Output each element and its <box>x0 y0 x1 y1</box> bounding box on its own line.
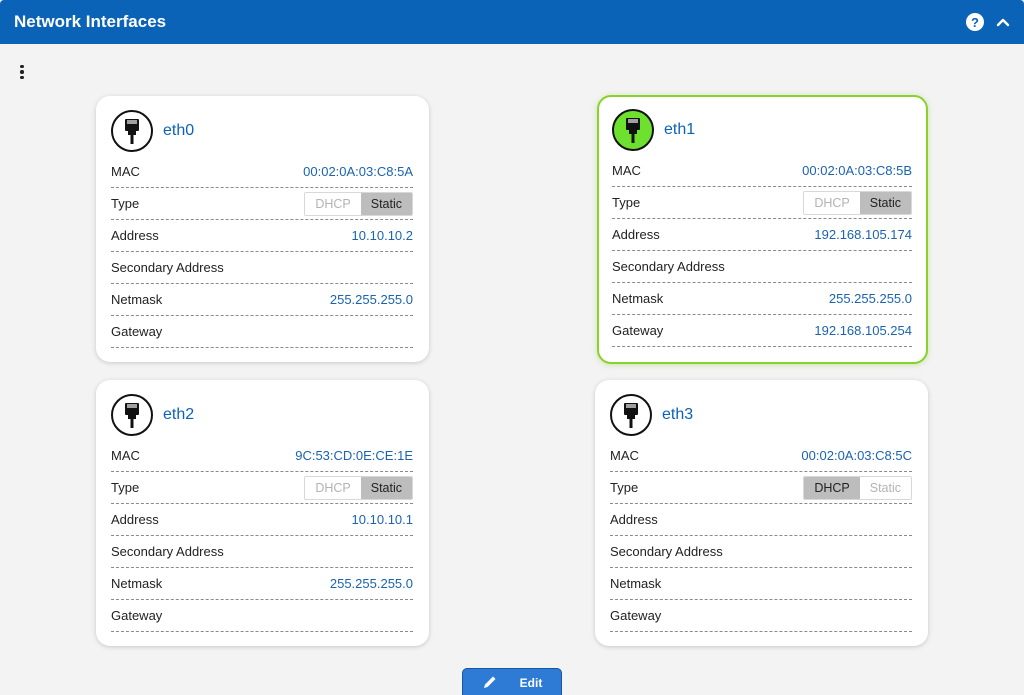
address-label: Address <box>610 512 658 527</box>
netmask-label: Netmask <box>111 576 163 591</box>
mac-row: MAC 00:02:0A:03:C8:5A <box>111 156 413 188</box>
mac-row: MAC 00:02:0A:03:C8:5C <box>610 440 912 472</box>
type-label: Type <box>111 196 140 211</box>
dhcp-option[interactable]: DHCP <box>305 192 361 215</box>
type-row: Type DHCP Static <box>610 472 912 504</box>
interface-card-eth0: eth0 MAC 00:02:0A:03:C8:5A Type DHCP Stati… <box>96 96 429 362</box>
address-label: Address <box>111 228 159 243</box>
address-value: 10.10.10.1 <box>351 512 413 527</box>
interface-name: eth3 <box>662 406 694 423</box>
type-toggle: DHCP Static <box>304 475 413 500</box>
address-label: Address <box>111 512 159 527</box>
chevron-up-icon[interactable] <box>996 17 1010 27</box>
help-circle-icon[interactable]: ? <box>966 13 984 31</box>
ethernet-port-icon <box>111 110 153 152</box>
address-value: 192.168.105.174 <box>814 227 912 242</box>
secondary-address-label: Secondary Address <box>610 544 723 559</box>
netmask-row: Netmask 255.255.255.0 <box>612 283 912 315</box>
static-option[interactable]: Static <box>859 476 911 499</box>
netmask-value: 255.255.255.0 <box>329 576 413 591</box>
mac-row: MAC 00:02:0A:03:C8:5B <box>612 155 912 187</box>
gateway-row: Gateway <box>610 600 912 632</box>
address-label: Address <box>612 227 660 242</box>
gateway-row: Gateway <box>111 316 413 348</box>
static-option[interactable]: Static <box>360 476 412 499</box>
gateway-label: Gateway <box>111 608 163 623</box>
secondary-address-row: Secondary Address <box>111 536 413 568</box>
interface-card-eth2: eth2 MAC 9C:53:CD:0E:CE:1E Type DHCP Stati… <box>96 380 429 646</box>
interface-card-eth3: eth3 MAC 00:02:0A:03:C8:5C Type DHCP Stati… <box>595 380 928 646</box>
mac-row: MAC 9C:53:CD:0E:CE:1E <box>111 440 413 472</box>
secondary-address-label: Secondary Address <box>612 259 725 274</box>
netmask-label: Netmask <box>612 291 664 306</box>
ethernet-port-icon <box>111 394 153 436</box>
type-row: Type DHCP Static <box>612 187 912 219</box>
mac-label: MAC <box>111 164 140 179</box>
pencil-icon <box>482 674 498 693</box>
dhcp-option[interactable]: DHCP <box>804 191 860 214</box>
mac-label: MAC <box>612 163 641 178</box>
type-toggle: DHCP Static <box>304 191 413 216</box>
secondary-address-row: Secondary Address <box>612 251 912 283</box>
mac-value: 00:02:0A:03:C8:5C <box>801 448 912 463</box>
gateway-row: Gateway 192.168.105.254 <box>612 315 912 347</box>
netmask-value: 255.255.255.0 <box>329 292 413 307</box>
interface-name: eth2 <box>163 406 195 423</box>
secondary-address-row: Secondary Address <box>111 252 413 284</box>
type-label: Type <box>610 480 639 495</box>
page-title: Network Interfaces <box>14 12 167 31</box>
address-row: Address <box>610 504 912 536</box>
type-row: Type DHCP Static <box>111 472 413 504</box>
mac-value: 00:02:0A:03:C8:5B <box>802 163 912 178</box>
dhcp-option[interactable]: DHCP <box>804 476 860 499</box>
more-vertical-icon[interactable] <box>14 62 30 82</box>
static-option[interactable]: Static <box>360 192 412 215</box>
type-row: Type DHCP Static <box>111 188 413 220</box>
netmask-row: Netmask 255.255.255.0 <box>111 568 413 600</box>
address-row: Address 10.10.10.2 <box>111 220 413 252</box>
netmask-row: Netmask 255.255.255.0 <box>111 284 413 316</box>
ethernet-port-icon <box>612 109 654 151</box>
type-label: Type <box>111 480 140 495</box>
netmask-label: Netmask <box>111 292 163 307</box>
interface-card-header: eth2 <box>111 392 413 438</box>
interface-card-eth1: eth1 MAC 00:02:0A:03:C8:5B Type DHCP Stati… <box>597 95 928 364</box>
address-row: Address 10.10.10.1 <box>111 504 413 536</box>
mac-label: MAC <box>111 448 140 463</box>
interface-card-header: eth1 <box>612 107 912 153</box>
secondary-address-label: Secondary Address <box>111 544 224 559</box>
mac-value: 9C:53:CD:0E:CE:1E <box>295 448 413 463</box>
header-actions: ? <box>966 13 1010 31</box>
netmask-value: 255.255.255.0 <box>828 291 912 306</box>
ethernet-port-icon <box>610 394 652 436</box>
edit-button[interactable]: Edit <box>462 668 562 695</box>
secondary-address-label: Secondary Address <box>111 260 224 275</box>
type-toggle: DHCP Static <box>803 190 912 215</box>
netmask-label: Netmask <box>610 576 662 591</box>
interface-name: eth1 <box>664 121 696 138</box>
interface-card-header: eth0 <box>111 108 413 154</box>
netmask-row: Netmask <box>610 568 912 600</box>
mac-value: 00:02:0A:03:C8:5A <box>303 164 413 179</box>
gateway-row: Gateway <box>111 600 413 632</box>
mac-label: MAC <box>610 448 639 463</box>
address-row: Address 192.168.105.174 <box>612 219 912 251</box>
type-toggle: DHCP Static <box>803 475 912 500</box>
type-label: Type <box>612 195 641 210</box>
secondary-address-row: Secondary Address <box>610 536 912 568</box>
static-option[interactable]: Static <box>859 191 911 214</box>
edit-button-label: Edit <box>519 676 543 690</box>
dhcp-option[interactable]: DHCP <box>305 476 361 499</box>
panel-header: Network Interfaces ? <box>0 0 1024 44</box>
interface-card-header: eth3 <box>610 392 912 438</box>
interface-name: eth0 <box>163 122 195 139</box>
gateway-label: Gateway <box>612 323 664 338</box>
gateway-value: 192.168.105.254 <box>814 323 912 338</box>
address-value: 10.10.10.2 <box>351 228 413 243</box>
gateway-label: Gateway <box>610 608 662 623</box>
gateway-label: Gateway <box>111 324 163 339</box>
